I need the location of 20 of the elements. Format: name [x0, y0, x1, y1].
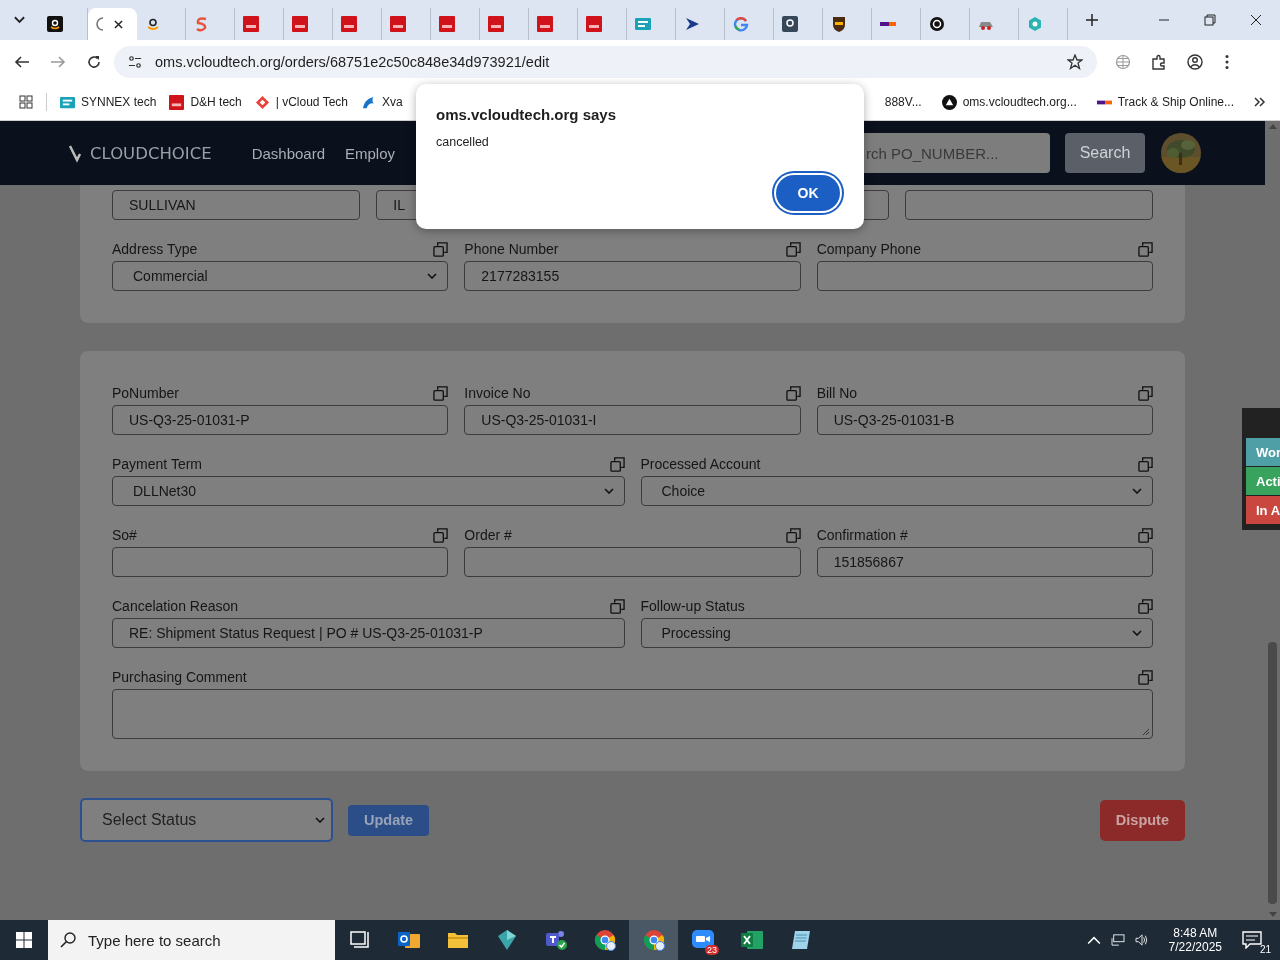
field-label: So# [112, 527, 137, 543]
field-label: Follow-up Status [640, 598, 745, 614]
field-label: Payment Term [112, 456, 202, 472]
dialog-title: oms.vcloudtech.org says [436, 106, 618, 123]
field-label: Confirmation # [816, 527, 908, 543]
count-badge: 23 [705, 945, 719, 955]
field-label: Cancelation Reason [112, 598, 239, 614]
count-badge: 21 [1258, 944, 1272, 955]
field-label: Address Type [112, 241, 198, 257]
field-label: Bill No [816, 385, 858, 401]
dialog-message: cancelled [436, 135, 490, 149]
field-label: Order # [464, 527, 512, 543]
field-label: PoNumber [112, 385, 179, 401]
field-label: Purchasing Comment [112, 669, 247, 685]
url-text: oms.vcloudtech.org/orders/68751e2c50c848e34d973921/edit [155, 54, 551, 70]
logo-text: CLOUDCHOICE [90, 143, 212, 163]
field-label: Invoice No [464, 385, 531, 401]
field-label: Phone Number [464, 241, 559, 257]
field-label: Processed Account [640, 456, 761, 472]
field-label: Company Phone [816, 241, 921, 257]
